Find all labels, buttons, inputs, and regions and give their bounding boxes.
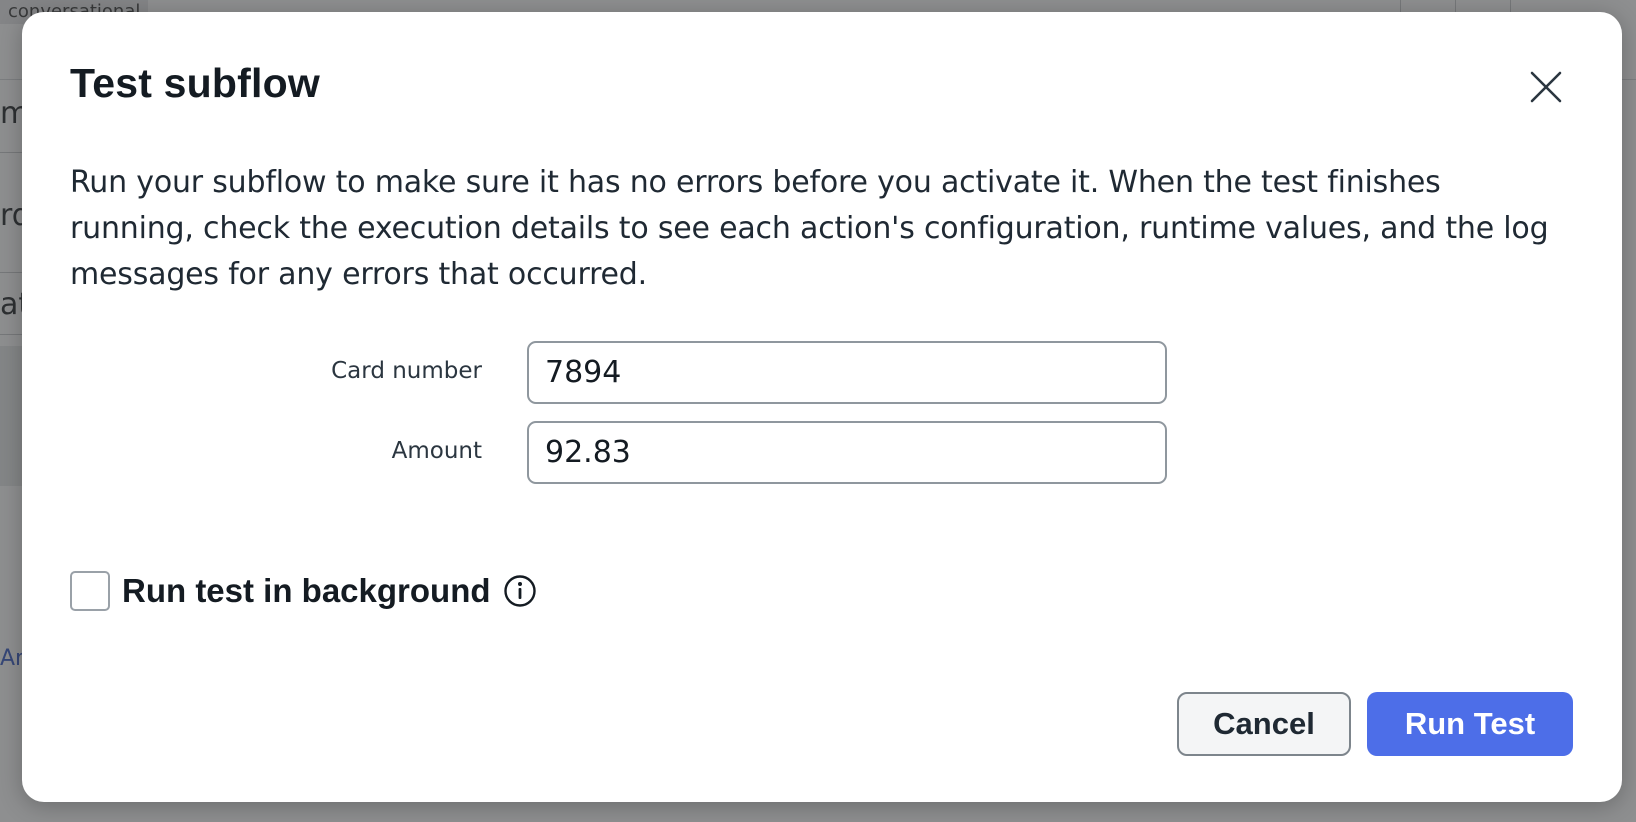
close-button[interactable] — [1526, 67, 1566, 107]
test-subflow-dialog: Test subflow Run your subflow to make su… — [22, 12, 1622, 802]
dialog-description: Run your subflow to make sure it has no … — [70, 165, 1549, 292]
card-number-label: Card number — [331, 358, 482, 384]
run-in-background-option: Run test in background — [70, 569, 537, 613]
run-in-background-checkbox[interactable] — [70, 571, 110, 611]
run-test-button[interactable]: Run Test — [1367, 692, 1573, 756]
cancel-button[interactable]: Cancel — [1177, 692, 1351, 756]
card-number-input[interactable] — [527, 341, 1167, 404]
close-icon — [1530, 71, 1562, 103]
run-in-background-label[interactable]: Run test in background — [122, 572, 491, 610]
amount-label: Amount — [391, 438, 482, 464]
dialog-title: Test subflow — [70, 60, 320, 106]
amount-input[interactable] — [527, 421, 1167, 484]
info-circle-icon[interactable] — [503, 574, 537, 608]
